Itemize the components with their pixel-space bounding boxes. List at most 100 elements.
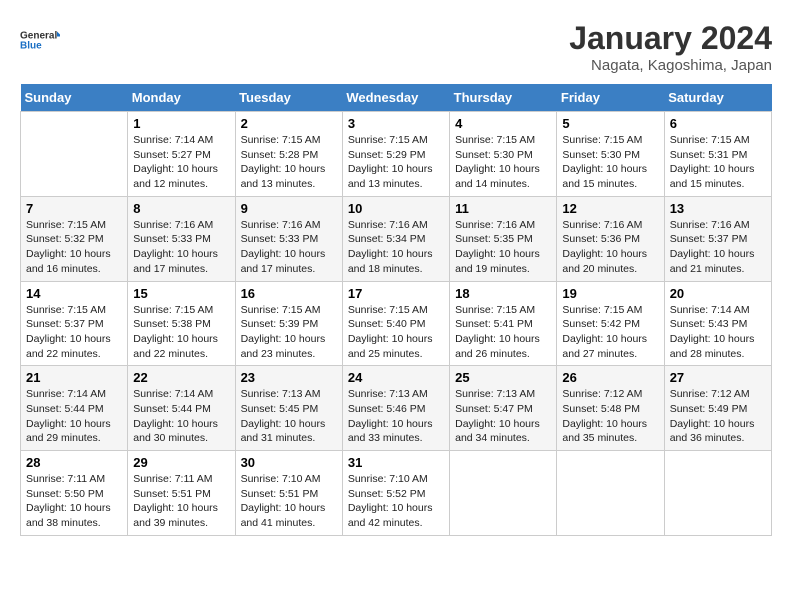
day-cell: 11 Sunrise: 7:16 AMSunset: 5:35 PMDayligh… (450, 196, 557, 281)
day-info: Sunrise: 7:14 AMSunset: 5:44 PMDaylight:… (133, 387, 229, 446)
day-number: 11 (455, 201, 551, 216)
day-number: 9 (241, 201, 337, 216)
day-info: Sunrise: 7:16 AMSunset: 5:33 PMDaylight:… (133, 218, 229, 277)
day-cell: 4 Sunrise: 7:15 AMSunset: 5:30 PMDaylight… (450, 112, 557, 197)
day-cell: 28Sunrise: 7:11 AMSunset: 5:50 PMDayligh… (21, 451, 128, 536)
day-number: 29 (133, 455, 229, 470)
week-row-0: 1Sunrise: 7:14 AMSunset: 5:27 PMDaylight… (21, 112, 772, 197)
day-number: 21 (26, 370, 122, 385)
day-info: Sunrise: 7:16 AMSunset: 5:36 PMDaylight:… (562, 218, 658, 277)
day-cell: 10Sunrise: 7:16 AMSunset: 5:34 PMDayligh… (342, 196, 449, 281)
day-number: 8 (133, 201, 229, 216)
day-number: 19 (562, 286, 658, 301)
day-cell: 14 Sunrise: 7:15 AMSunset: 5:37 PMDayligh… (21, 281, 128, 366)
logo-svg: General Blue (20, 20, 60, 60)
header-wednesday: Wednesday (342, 84, 449, 112)
header-monday: Monday (128, 84, 235, 112)
calendar-title: January 2024 (569, 20, 772, 57)
day-cell: 22 Sunrise: 7:14 AMSunset: 5:44 PMDayligh… (128, 366, 235, 451)
day-info: Sunrise: 7:12 AMSunset: 5:48 PMDaylight:… (562, 387, 658, 446)
day-cell: 13 Sunrise: 7:16 AMSunset: 5:37 PMDayligh… (664, 196, 771, 281)
day-info: Sunrise: 7:16 AMSunset: 5:35 PMDaylight:… (455, 218, 551, 277)
day-cell: 7Sunrise: 7:15 AMSunset: 5:32 PMDaylight… (21, 196, 128, 281)
header-thursday: Thursday (450, 84, 557, 112)
day-cell: 19 Sunrise: 7:15 AMSunset: 5:42 PMDayligh… (557, 281, 664, 366)
day-cell: 12 Sunrise: 7:16 AMSunset: 5:36 PMDayligh… (557, 196, 664, 281)
day-number: 14 (26, 286, 122, 301)
day-info: Sunrise: 7:12 AMSunset: 5:49 PMDaylight:… (670, 387, 766, 446)
day-cell: 30 Sunrise: 7:10 AMSunset: 5:51 PMDayligh… (235, 451, 342, 536)
day-info: Sunrise: 7:15 AMSunset: 5:40 PMDaylight:… (348, 303, 444, 362)
day-number: 5 (562, 116, 658, 131)
day-cell: 3 Sunrise: 7:15 AMSunset: 5:29 PMDaylight… (342, 112, 449, 197)
day-info: Sunrise: 7:11 AMSunset: 5:51 PMDaylight:… (133, 472, 229, 531)
calendar-table: SundayMondayTuesdayWednesdayThursdayFrid… (20, 84, 772, 536)
svg-text:General: General (20, 31, 57, 42)
day-cell (21, 112, 128, 197)
day-number: 4 (455, 116, 551, 131)
day-number: 3 (348, 116, 444, 131)
day-cell: 17 Sunrise: 7:15 AMSunset: 5:40 PMDayligh… (342, 281, 449, 366)
day-info: Sunrise: 7:13 AMSunset: 5:45 PMDaylight:… (241, 387, 337, 446)
day-cell: 1Sunrise: 7:14 AMSunset: 5:27 PMDaylight… (128, 112, 235, 197)
day-number: 26 (562, 370, 658, 385)
day-number: 28 (26, 455, 122, 470)
day-info: Sunrise: 7:15 AMSunset: 5:31 PMDaylight:… (670, 133, 766, 192)
day-number: 17 (348, 286, 444, 301)
day-number: 6 (670, 116, 766, 131)
day-info: Sunrise: 7:15 AMSunset: 5:37 PMDaylight:… (26, 303, 122, 362)
day-cell: 18 Sunrise: 7:15 AMSunset: 5:41 PMDayligh… (450, 281, 557, 366)
day-info: Sunrise: 7:15 AMSunset: 5:38 PMDaylight:… (133, 303, 229, 362)
day-info: Sunrise: 7:14 AMSunset: 5:27 PMDaylight:… (133, 133, 229, 192)
day-info: Sunrise: 7:15 AMSunset: 5:28 PMDaylight:… (241, 133, 337, 192)
day-cell: 5 Sunrise: 7:15 AMSunset: 5:30 PMDaylight… (557, 112, 664, 197)
header-saturday: Saturday (664, 84, 771, 112)
day-number: 27 (670, 370, 766, 385)
day-info: Sunrise: 7:15 AMSunset: 5:30 PMDaylight:… (455, 133, 551, 192)
day-info: Sunrise: 7:13 AMSunset: 5:46 PMDaylight:… (348, 387, 444, 446)
day-cell (664, 451, 771, 536)
day-number: 13 (670, 201, 766, 216)
day-info: Sunrise: 7:15 AMSunset: 5:30 PMDaylight:… (562, 133, 658, 192)
day-number: 7 (26, 201, 122, 216)
day-info: Sunrise: 7:10 AMSunset: 5:51 PMDaylight:… (241, 472, 337, 531)
week-row-1: 7Sunrise: 7:15 AMSunset: 5:32 PMDaylight… (21, 196, 772, 281)
header: General Blue January 2024 Nagata, Kagosh… (20, 20, 772, 74)
title-area: January 2024 Nagata, Kagoshima, Japan (569, 20, 772, 74)
svg-text:Blue: Blue (20, 41, 42, 52)
day-info: Sunrise: 7:15 AMSunset: 5:41 PMDaylight:… (455, 303, 551, 362)
day-cell: 26 Sunrise: 7:12 AMSunset: 5:48 PMDayligh… (557, 366, 664, 451)
calendar-header-row: SundayMondayTuesdayWednesdayThursdayFrid… (21, 84, 772, 112)
day-number: 16 (241, 286, 337, 301)
day-cell (450, 451, 557, 536)
day-cell: 21 Sunrise: 7:14 AMSunset: 5:44 PMDayligh… (21, 366, 128, 451)
day-info: Sunrise: 7:16 AMSunset: 5:34 PMDaylight:… (348, 218, 444, 277)
day-cell: 20Sunrise: 7:14 AMSunset: 5:43 PMDayligh… (664, 281, 771, 366)
week-row-4: 28Sunrise: 7:11 AMSunset: 5:50 PMDayligh… (21, 451, 772, 536)
day-cell (557, 451, 664, 536)
day-number: 15 (133, 286, 229, 301)
day-number: 25 (455, 370, 551, 385)
day-number: 24 (348, 370, 444, 385)
day-number: 12 (562, 201, 658, 216)
day-number: 18 (455, 286, 551, 301)
day-info: Sunrise: 7:14 AMSunset: 5:44 PMDaylight:… (26, 387, 122, 446)
day-cell: 24 Sunrise: 7:13 AMSunset: 5:46 PMDayligh… (342, 366, 449, 451)
day-cell: 2 Sunrise: 7:15 AMSunset: 5:28 PMDaylight… (235, 112, 342, 197)
day-info: Sunrise: 7:16 AMSunset: 5:37 PMDaylight:… (670, 218, 766, 277)
week-row-2: 14 Sunrise: 7:15 AMSunset: 5:37 PMDayligh… (21, 281, 772, 366)
header-friday: Friday (557, 84, 664, 112)
day-cell: 25Sunrise: 7:13 AMSunset: 5:47 PMDayligh… (450, 366, 557, 451)
day-number: 30 (241, 455, 337, 470)
day-number: 31 (348, 455, 444, 470)
day-info: Sunrise: 7:15 AMSunset: 5:29 PMDaylight:… (348, 133, 444, 192)
day-cell: 6 Sunrise: 7:15 AMSunset: 5:31 PMDaylight… (664, 112, 771, 197)
day-cell: 8 Sunrise: 7:16 AMSunset: 5:33 PMDaylight… (128, 196, 235, 281)
day-cell: 27 Sunrise: 7:12 AMSunset: 5:49 PMDayligh… (664, 366, 771, 451)
day-number: 20 (670, 286, 766, 301)
day-info: Sunrise: 7:15 AMSunset: 5:42 PMDaylight:… (562, 303, 658, 362)
day-cell: 16Sunrise: 7:15 AMSunset: 5:39 PMDayligh… (235, 281, 342, 366)
day-info: Sunrise: 7:10 AMSunset: 5:52 PMDaylight:… (348, 472, 444, 531)
day-number: 2 (241, 116, 337, 131)
day-number: 22 (133, 370, 229, 385)
